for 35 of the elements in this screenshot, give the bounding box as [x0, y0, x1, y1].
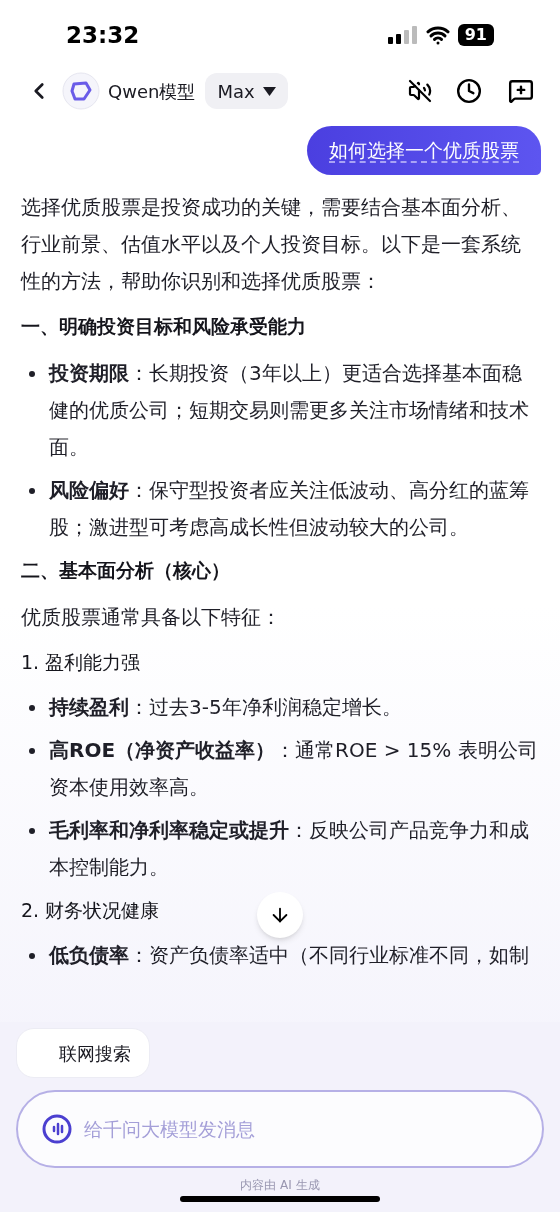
status-time: 23:32 [66, 20, 140, 50]
subsection-heading: 2. 财务状况健康 [21, 897, 160, 923]
bullet-text: 投资期限：长期投资（3年以上）更适合选择基本面稳健的优质公司；短期交易则需更多关注市场情绪和技术面。 [49, 359, 530, 461]
bullet-icon [29, 370, 35, 377]
bullet-icon [29, 827, 35, 834]
answer-paragraph: 优质股票通常具备以下特征： [21, 603, 282, 631]
scroll-down-button[interactable] [257, 892, 303, 938]
ai-disclaimer: 内容由 AI 生成 [240, 1177, 320, 1194]
battery-level: 91 [457, 24, 494, 46]
bullet-text: 持续盈利：过去3-5年净利润稳定增长。 [49, 693, 402, 721]
mute-icon[interactable] [408, 79, 432, 103]
section-heading: 一、明确投资目标和风险承受能力 [21, 313, 306, 339]
message-input[interactable]: 给千问大模型发消息 [16, 1090, 544, 1168]
message-field[interactable]: 给千问大模型发消息 [84, 1114, 518, 1144]
bullet-icon [29, 487, 35, 494]
bullet-icon [29, 747, 35, 754]
voice-icon[interactable] [42, 1114, 72, 1144]
model-selector[interactable]: Max [205, 73, 288, 109]
user-message-bubble: 如何选择一个优质股票 [307, 126, 541, 175]
bullet-text: 高ROE（净资产收益率）：通常ROE > 15% 表明公司资本使用效率高。 [49, 736, 539, 801]
section-heading: 二、基本面分析（核心） [21, 557, 230, 583]
bullet-text: 风险偏好：保守型投资者应关注低波动、高分红的蓝筹股；激进型可考虑高成长性但波动较大的公司。 [49, 476, 530, 541]
web-search-chip[interactable]: 联网搜索 [16, 1028, 150, 1078]
caret-icon [262, 86, 276, 96]
subsection-heading: 1. 盈利能力强 [21, 649, 141, 675]
answer-paragraph: 选择优质股票是投资成功的关键，需要结合基本面分析、行业前景、估值水平以及个人投资目标。以下是一套系统性的方法，帮助你识别和选择优质股票： [21, 193, 522, 295]
bullet-text: 毛利率和净利率稳定或提升：反映公司产品竞争力和成本控制能力。 [49, 816, 530, 881]
chat-title: Qwen模型 [108, 79, 196, 104]
new-chat-icon[interactable] [508, 78, 534, 104]
signal-icon [387, 26, 418, 44]
history-icon[interactable] [456, 78, 482, 104]
bullet-icon [29, 704, 35, 711]
logo-icon [62, 72, 100, 110]
bullet-text: 低负债率：资产负债率适中（不同行业标准不同，如制 [49, 941, 529, 969]
bullet-icon [29, 952, 35, 959]
